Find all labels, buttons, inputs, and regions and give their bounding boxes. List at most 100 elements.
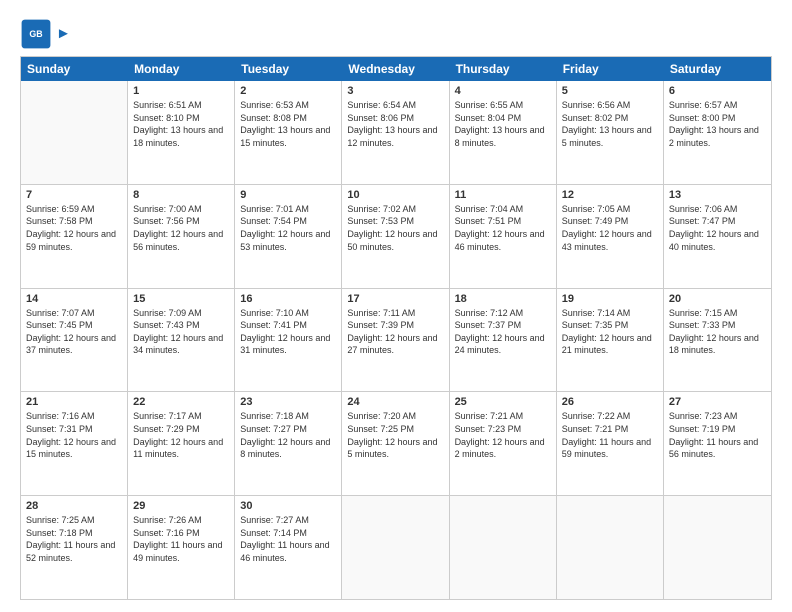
day-info: Sunrise: 7:16 AMSunset: 7:31 PMDaylight:… <box>26 410 122 460</box>
calendar-weekday: Wednesday <box>342 57 449 81</box>
day-info: Sunrise: 7:23 AMSunset: 7:19 PMDaylight:… <box>669 410 766 460</box>
calendar-cell: 20Sunrise: 7:15 AMSunset: 7:33 PMDayligh… <box>664 289 771 392</box>
day-info: Sunrise: 7:21 AMSunset: 7:23 PMDaylight:… <box>455 410 551 460</box>
calendar-cell: 5 Sunrise: 6:56 AMSunset: 8:02 PMDaylight… <box>557 81 664 184</box>
day-number: 11 <box>455 189 551 201</box>
day-number: 25 <box>455 396 551 408</box>
calendar-body: 1 Sunrise: 6:51 AMSunset: 8:10 PMDaylight… <box>21 81 771 599</box>
day-info: Sunrise: 7:18 AMSunset: 7:27 PMDaylight:… <box>240 410 336 460</box>
calendar-header: SundayMondayTuesdayWednesdayThursdayFrid… <box>21 57 771 81</box>
day-info: Sunrise: 6:53 AMSunset: 8:08 PMDaylight:… <box>240 99 336 149</box>
logo-line1: ► <box>56 26 71 43</box>
calendar-cell: 3 Sunrise: 6:54 AMSunset: 8:06 PMDaylight… <box>342 81 449 184</box>
day-number: 13 <box>669 189 766 201</box>
calendar-cell: 11 Sunrise: 7:04 AMSunset: 7:51 PMDayligh… <box>450 185 557 288</box>
day-info: Sunrise: 7:02 AMSunset: 7:53 PMDaylight:… <box>347 203 443 253</box>
day-number: 24 <box>347 396 443 408</box>
day-info: Sunrise: 7:22 AMSunset: 7:21 PMDaylight:… <box>562 410 658 460</box>
day-info: Sunrise: 7:05 AMSunset: 7:49 PMDaylight:… <box>562 203 658 253</box>
day-number: 1 <box>133 85 229 97</box>
calendar-row: 21Sunrise: 7:16 AMSunset: 7:31 PMDayligh… <box>21 392 771 496</box>
day-info: Sunrise: 7:14 AMSunset: 7:35 PMDaylight:… <box>562 307 658 357</box>
day-number: 9 <box>240 189 336 201</box>
calendar-cell: 29 Sunrise: 7:26 AMSunset: 7:16 PMDayligh… <box>128 496 235 599</box>
day-info: Sunrise: 6:54 AMSunset: 8:06 PMDaylight:… <box>347 99 443 149</box>
calendar-cell <box>21 81 128 184</box>
day-info: Sunrise: 6:56 AMSunset: 8:02 PMDaylight:… <box>562 99 658 149</box>
calendar-cell: 9 Sunrise: 7:01 AMSunset: 7:54 PMDaylight… <box>235 185 342 288</box>
day-number: 27 <box>669 396 766 408</box>
calendar-weekday: Monday <box>128 57 235 81</box>
calendar-cell: 10Sunrise: 7:02 AMSunset: 7:53 PMDayligh… <box>342 185 449 288</box>
day-number: 23 <box>240 396 336 408</box>
day-number: 8 <box>133 189 229 201</box>
calendar-cell <box>664 496 771 599</box>
calendar-cell: 7Sunrise: 6:59 AMSunset: 7:58 PMDaylight… <box>21 185 128 288</box>
day-info: Sunrise: 6:57 AMSunset: 8:00 PMDaylight:… <box>669 99 766 149</box>
calendar-cell <box>342 496 449 599</box>
calendar-weekday: Sunday <box>21 57 128 81</box>
calendar-cell: 27 Sunrise: 7:23 AMSunset: 7:19 PMDayligh… <box>664 392 771 495</box>
day-info: Sunrise: 7:11 AMSunset: 7:39 PMDaylight:… <box>347 307 443 357</box>
day-number: 18 <box>455 293 551 305</box>
day-info: Sunrise: 7:25 AMSunset: 7:18 PMDaylight:… <box>26 514 122 564</box>
calendar-cell: 2 Sunrise: 6:53 AMSunset: 8:08 PMDaylight… <box>235 81 342 184</box>
day-number: 28 <box>26 500 122 512</box>
day-info: Sunrise: 7:26 AMSunset: 7:16 PMDaylight:… <box>133 514 229 564</box>
calendar-row: 1 Sunrise: 6:51 AMSunset: 8:10 PMDaylight… <box>21 81 771 185</box>
calendar-cell: 24 Sunrise: 7:20 AMSunset: 7:25 PMDayligh… <box>342 392 449 495</box>
day-number: 4 <box>455 85 551 97</box>
calendar-cell: 14Sunrise: 7:07 AMSunset: 7:45 PMDayligh… <box>21 289 128 392</box>
calendar: SundayMondayTuesdayWednesdayThursdayFrid… <box>20 56 772 600</box>
day-number: 20 <box>669 293 766 305</box>
day-info: Sunrise: 7:01 AMSunset: 7:54 PMDaylight:… <box>240 203 336 253</box>
calendar-weekday: Tuesday <box>235 57 342 81</box>
day-info: Sunrise: 7:10 AMSunset: 7:41 PMDaylight:… <box>240 307 336 357</box>
calendar-row: 14Sunrise: 7:07 AMSunset: 7:45 PMDayligh… <box>21 289 771 393</box>
logo-icon: GB <box>20 18 52 50</box>
calendar-cell: 25 Sunrise: 7:21 AMSunset: 7:23 PMDayligh… <box>450 392 557 495</box>
calendar-cell: 18 Sunrise: 7:12 AMSunset: 7:37 PMDayligh… <box>450 289 557 392</box>
calendar-cell <box>450 496 557 599</box>
day-info: Sunrise: 7:07 AMSunset: 7:45 PMDaylight:… <box>26 307 122 357</box>
page: GB ► SundayMondayTuesdayWednesdayThursda… <box>0 0 792 612</box>
calendar-cell: 6 Sunrise: 6:57 AMSunset: 8:00 PMDaylight… <box>664 81 771 184</box>
day-number: 5 <box>562 85 658 97</box>
day-info: Sunrise: 6:51 AMSunset: 8:10 PMDaylight:… <box>133 99 229 149</box>
day-info: Sunrise: 7:12 AMSunset: 7:37 PMDaylight:… <box>455 307 551 357</box>
calendar-weekday: Friday <box>557 57 664 81</box>
day-info: Sunrise: 7:00 AMSunset: 7:56 PMDaylight:… <box>133 203 229 253</box>
day-info: Sunrise: 7:20 AMSunset: 7:25 PMDaylight:… <box>347 410 443 460</box>
day-number: 3 <box>347 85 443 97</box>
calendar-cell: 17 Sunrise: 7:11 AMSunset: 7:39 PMDayligh… <box>342 289 449 392</box>
day-number: 2 <box>240 85 336 97</box>
day-number: 19 <box>562 293 658 305</box>
day-number: 26 <box>562 396 658 408</box>
day-number: 7 <box>26 189 122 201</box>
calendar-cell: 1 Sunrise: 6:51 AMSunset: 8:10 PMDaylight… <box>128 81 235 184</box>
calendar-cell: 30Sunrise: 7:27 AMSunset: 7:14 PMDayligh… <box>235 496 342 599</box>
calendar-cell: 12Sunrise: 7:05 AMSunset: 7:49 PMDayligh… <box>557 185 664 288</box>
calendar-weekday: Saturday <box>664 57 771 81</box>
calendar-cell: 15Sunrise: 7:09 AMSunset: 7:43 PMDayligh… <box>128 289 235 392</box>
logo: GB ► <box>20 18 71 50</box>
logo-text-block: ► <box>56 26 71 43</box>
calendar-cell: 13Sunrise: 7:06 AMSunset: 7:47 PMDayligh… <box>664 185 771 288</box>
calendar-cell: 28 Sunrise: 7:25 AMSunset: 7:18 PMDayligh… <box>21 496 128 599</box>
day-info: Sunrise: 7:04 AMSunset: 7:51 PMDaylight:… <box>455 203 551 253</box>
day-number: 16 <box>240 293 336 305</box>
calendar-row: 7Sunrise: 6:59 AMSunset: 7:58 PMDaylight… <box>21 185 771 289</box>
day-number: 17 <box>347 293 443 305</box>
day-number: 29 <box>133 500 229 512</box>
calendar-cell: 8 Sunrise: 7:00 AMSunset: 7:56 PMDaylight… <box>128 185 235 288</box>
calendar-cell: 19 Sunrise: 7:14 AMSunset: 7:35 PMDayligh… <box>557 289 664 392</box>
calendar-row: 28 Sunrise: 7:25 AMSunset: 7:18 PMDayligh… <box>21 496 771 599</box>
calendar-cell: 26 Sunrise: 7:22 AMSunset: 7:21 PMDayligh… <box>557 392 664 495</box>
svg-text:GB: GB <box>29 29 42 39</box>
day-info: Sunrise: 7:27 AMSunset: 7:14 PMDaylight:… <box>240 514 336 564</box>
calendar-cell: 23 Sunrise: 7:18 AMSunset: 7:27 PMDayligh… <box>235 392 342 495</box>
calendar-cell: 21Sunrise: 7:16 AMSunset: 7:31 PMDayligh… <box>21 392 128 495</box>
day-info: Sunrise: 7:17 AMSunset: 7:29 PMDaylight:… <box>133 410 229 460</box>
day-number: 6 <box>669 85 766 97</box>
calendar-cell <box>557 496 664 599</box>
